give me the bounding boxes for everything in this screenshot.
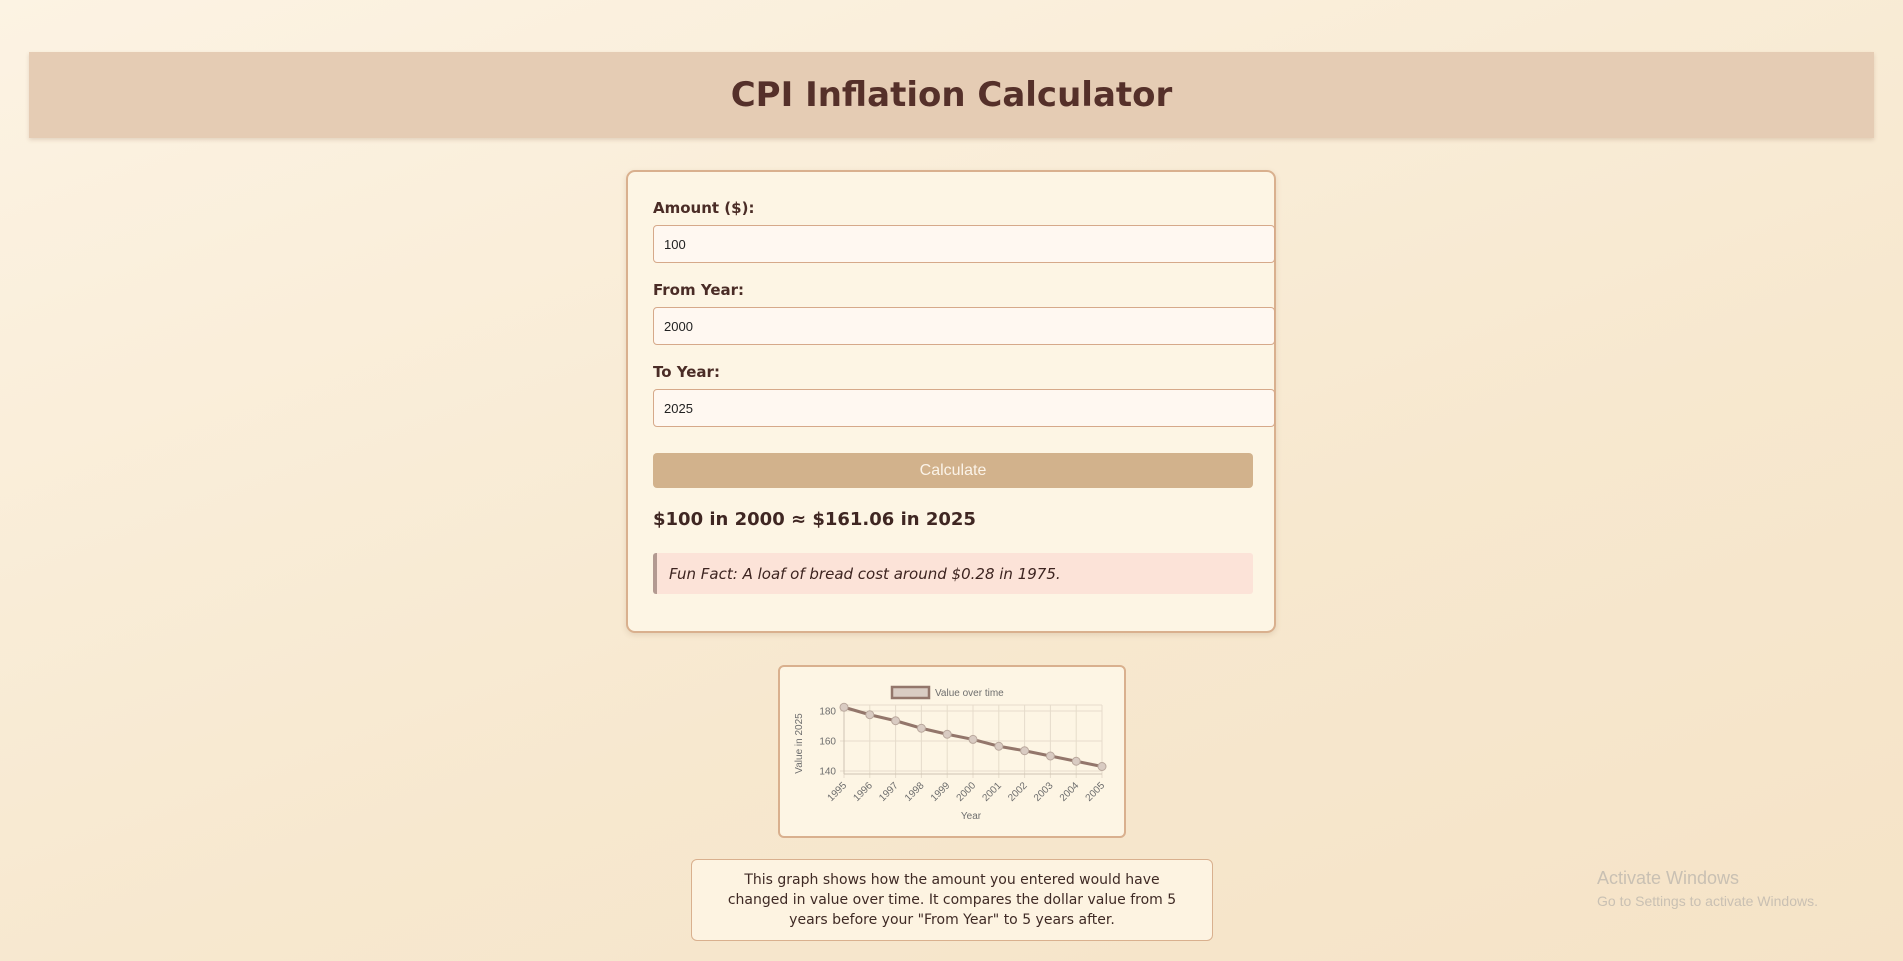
data-point bbox=[994, 741, 1004, 751]
x-tick-label: 1996 bbox=[851, 780, 875, 804]
data-point bbox=[865, 710, 875, 720]
x-tick-label: 1997 bbox=[877, 780, 901, 804]
data-point bbox=[916, 723, 926, 733]
x-tick-label: 1995 bbox=[826, 780, 850, 804]
x-tick-label: 2001 bbox=[980, 780, 1004, 804]
to-year-input[interactable] bbox=[653, 389, 1275, 427]
x-tick-label: 2005 bbox=[1084, 780, 1108, 804]
result-text: $100 in 2000 ≈ $161.06 in 2025 bbox=[653, 509, 976, 530]
fun-fact-box: Fun Fact: A loaf of bread cost around $0… bbox=[653, 553, 1253, 594]
chart-card: Value over time 140 160 180 1995 1996 1997 1998… bbox=[778, 665, 1126, 838]
x-tick-label: 1998 bbox=[903, 780, 927, 804]
data-point bbox=[1020, 746, 1030, 756]
x-tick-label: 2003 bbox=[1032, 780, 1056, 804]
data-point bbox=[1071, 756, 1081, 766]
y-tick-label: 160 bbox=[819, 737, 836, 748]
to-year-label: To Year: bbox=[653, 363, 720, 381]
x-tick-label: 2000 bbox=[955, 780, 979, 804]
page-header: CPI Inflation Calculator bbox=[29, 52, 1874, 138]
x-tick-label: 2002 bbox=[1006, 780, 1030, 804]
amount-input[interactable] bbox=[653, 225, 1275, 263]
value-over-time-chart: Value over time 140 160 180 1995 1996 1997 1998… bbox=[794, 685, 1108, 822]
activate-windows-subtitle: Go to Settings to activate Windows. bbox=[1597, 893, 1818, 909]
chart-description: This graph shows how the amount you ente… bbox=[691, 859, 1213, 941]
legend-swatch bbox=[890, 685, 931, 700]
from-year-label: From Year: bbox=[653, 281, 745, 299]
data-point bbox=[1097, 762, 1107, 771]
x-axis-title: Year bbox=[961, 811, 982, 822]
data-point bbox=[1045, 751, 1055, 761]
y-axis-title: Value in 2025 bbox=[794, 713, 805, 774]
calculator-card: Amount ($): From Year: To Year: Calculat… bbox=[626, 170, 1276, 633]
calculate-button[interactable]: Calculate bbox=[653, 453, 1253, 488]
data-point bbox=[968, 734, 978, 744]
data-point bbox=[839, 702, 849, 712]
legend-label: Value over time bbox=[935, 688, 1004, 699]
data-point bbox=[942, 729, 952, 739]
data-point bbox=[891, 716, 901, 726]
y-tick-label: 180 bbox=[819, 707, 836, 718]
y-tick-label: 140 bbox=[819, 767, 836, 778]
page-title: CPI Inflation Calculator bbox=[730, 75, 1173, 115]
from-year-input[interactable] bbox=[653, 307, 1275, 345]
amount-label: Amount ($): bbox=[653, 199, 755, 217]
chart-description-text: This graph shows how the amount you ente… bbox=[727, 872, 1177, 928]
fun-fact-text: Fun Fact: A loaf of bread cost around $0… bbox=[669, 564, 1061, 583]
x-tick-label: 2004 bbox=[1058, 780, 1082, 804]
activate-windows-title: Activate Windows bbox=[1597, 868, 1740, 888]
x-tick-label: 1999 bbox=[929, 780, 953, 804]
